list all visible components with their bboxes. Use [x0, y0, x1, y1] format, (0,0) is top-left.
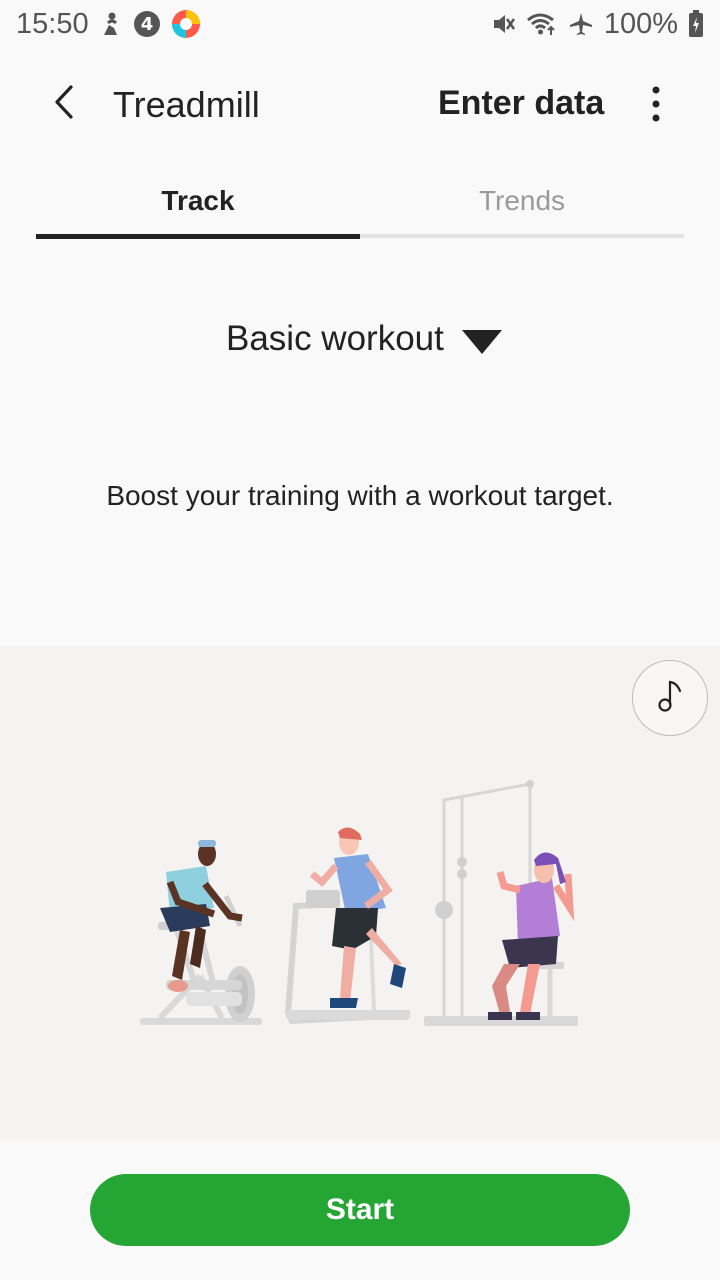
more-vertical-icon: [651, 86, 661, 127]
weight-machine-figure: [424, 780, 578, 1026]
page-title: Treadmill: [113, 84, 260, 125]
battery-percent: 100%: [603, 7, 678, 40]
mute-icon: [490, 11, 516, 37]
tab-trends[interactable]: Trends: [360, 170, 684, 240]
number-4-badge-icon: 4: [133, 10, 161, 38]
exercise-bike-figure: [140, 840, 262, 1025]
workout-target-hint: Boost your training with a workout targe…: [106, 480, 614, 511]
status-bar: 15:50 4 100%: [0, 0, 720, 48]
music-note-icon: [655, 679, 685, 718]
tab-track[interactable]: Track: [36, 170, 360, 240]
back-button[interactable]: [40, 80, 88, 128]
status-time: 15:50: [16, 7, 89, 40]
wifi-icon: [526, 11, 558, 37]
treadmill-figure: [285, 827, 410, 1024]
status-left: 15:50 4: [16, 8, 201, 41]
running-figure-icon: [99, 11, 123, 37]
tab-bar: Track Trends: [36, 170, 684, 240]
start-button[interactable]: Start: [90, 1174, 630, 1246]
music-button[interactable]: [632, 660, 708, 736]
svg-text:4: 4: [140, 14, 153, 35]
tab-indicator: [36, 234, 360, 239]
workout-type-label: Basic workout: [226, 319, 444, 358]
battery-charging-icon: [688, 10, 704, 38]
status-right: 100%: [490, 8, 704, 41]
gym-people-illustration: [140, 780, 578, 1026]
airplane-icon: [568, 11, 594, 37]
chevron-left-icon: [51, 84, 77, 125]
more-options-button[interactable]: [636, 82, 676, 130]
illustration-panel: [0, 646, 720, 1140]
app-bar: Treadmill Enter data: [0, 60, 720, 152]
colorful-app-icon: [171, 9, 201, 39]
enter-data-button[interactable]: Enter data: [438, 84, 604, 123]
workout-type-dropdown[interactable]: Basic workout: [226, 314, 502, 364]
triangle-down-icon: [461, 330, 502, 354]
